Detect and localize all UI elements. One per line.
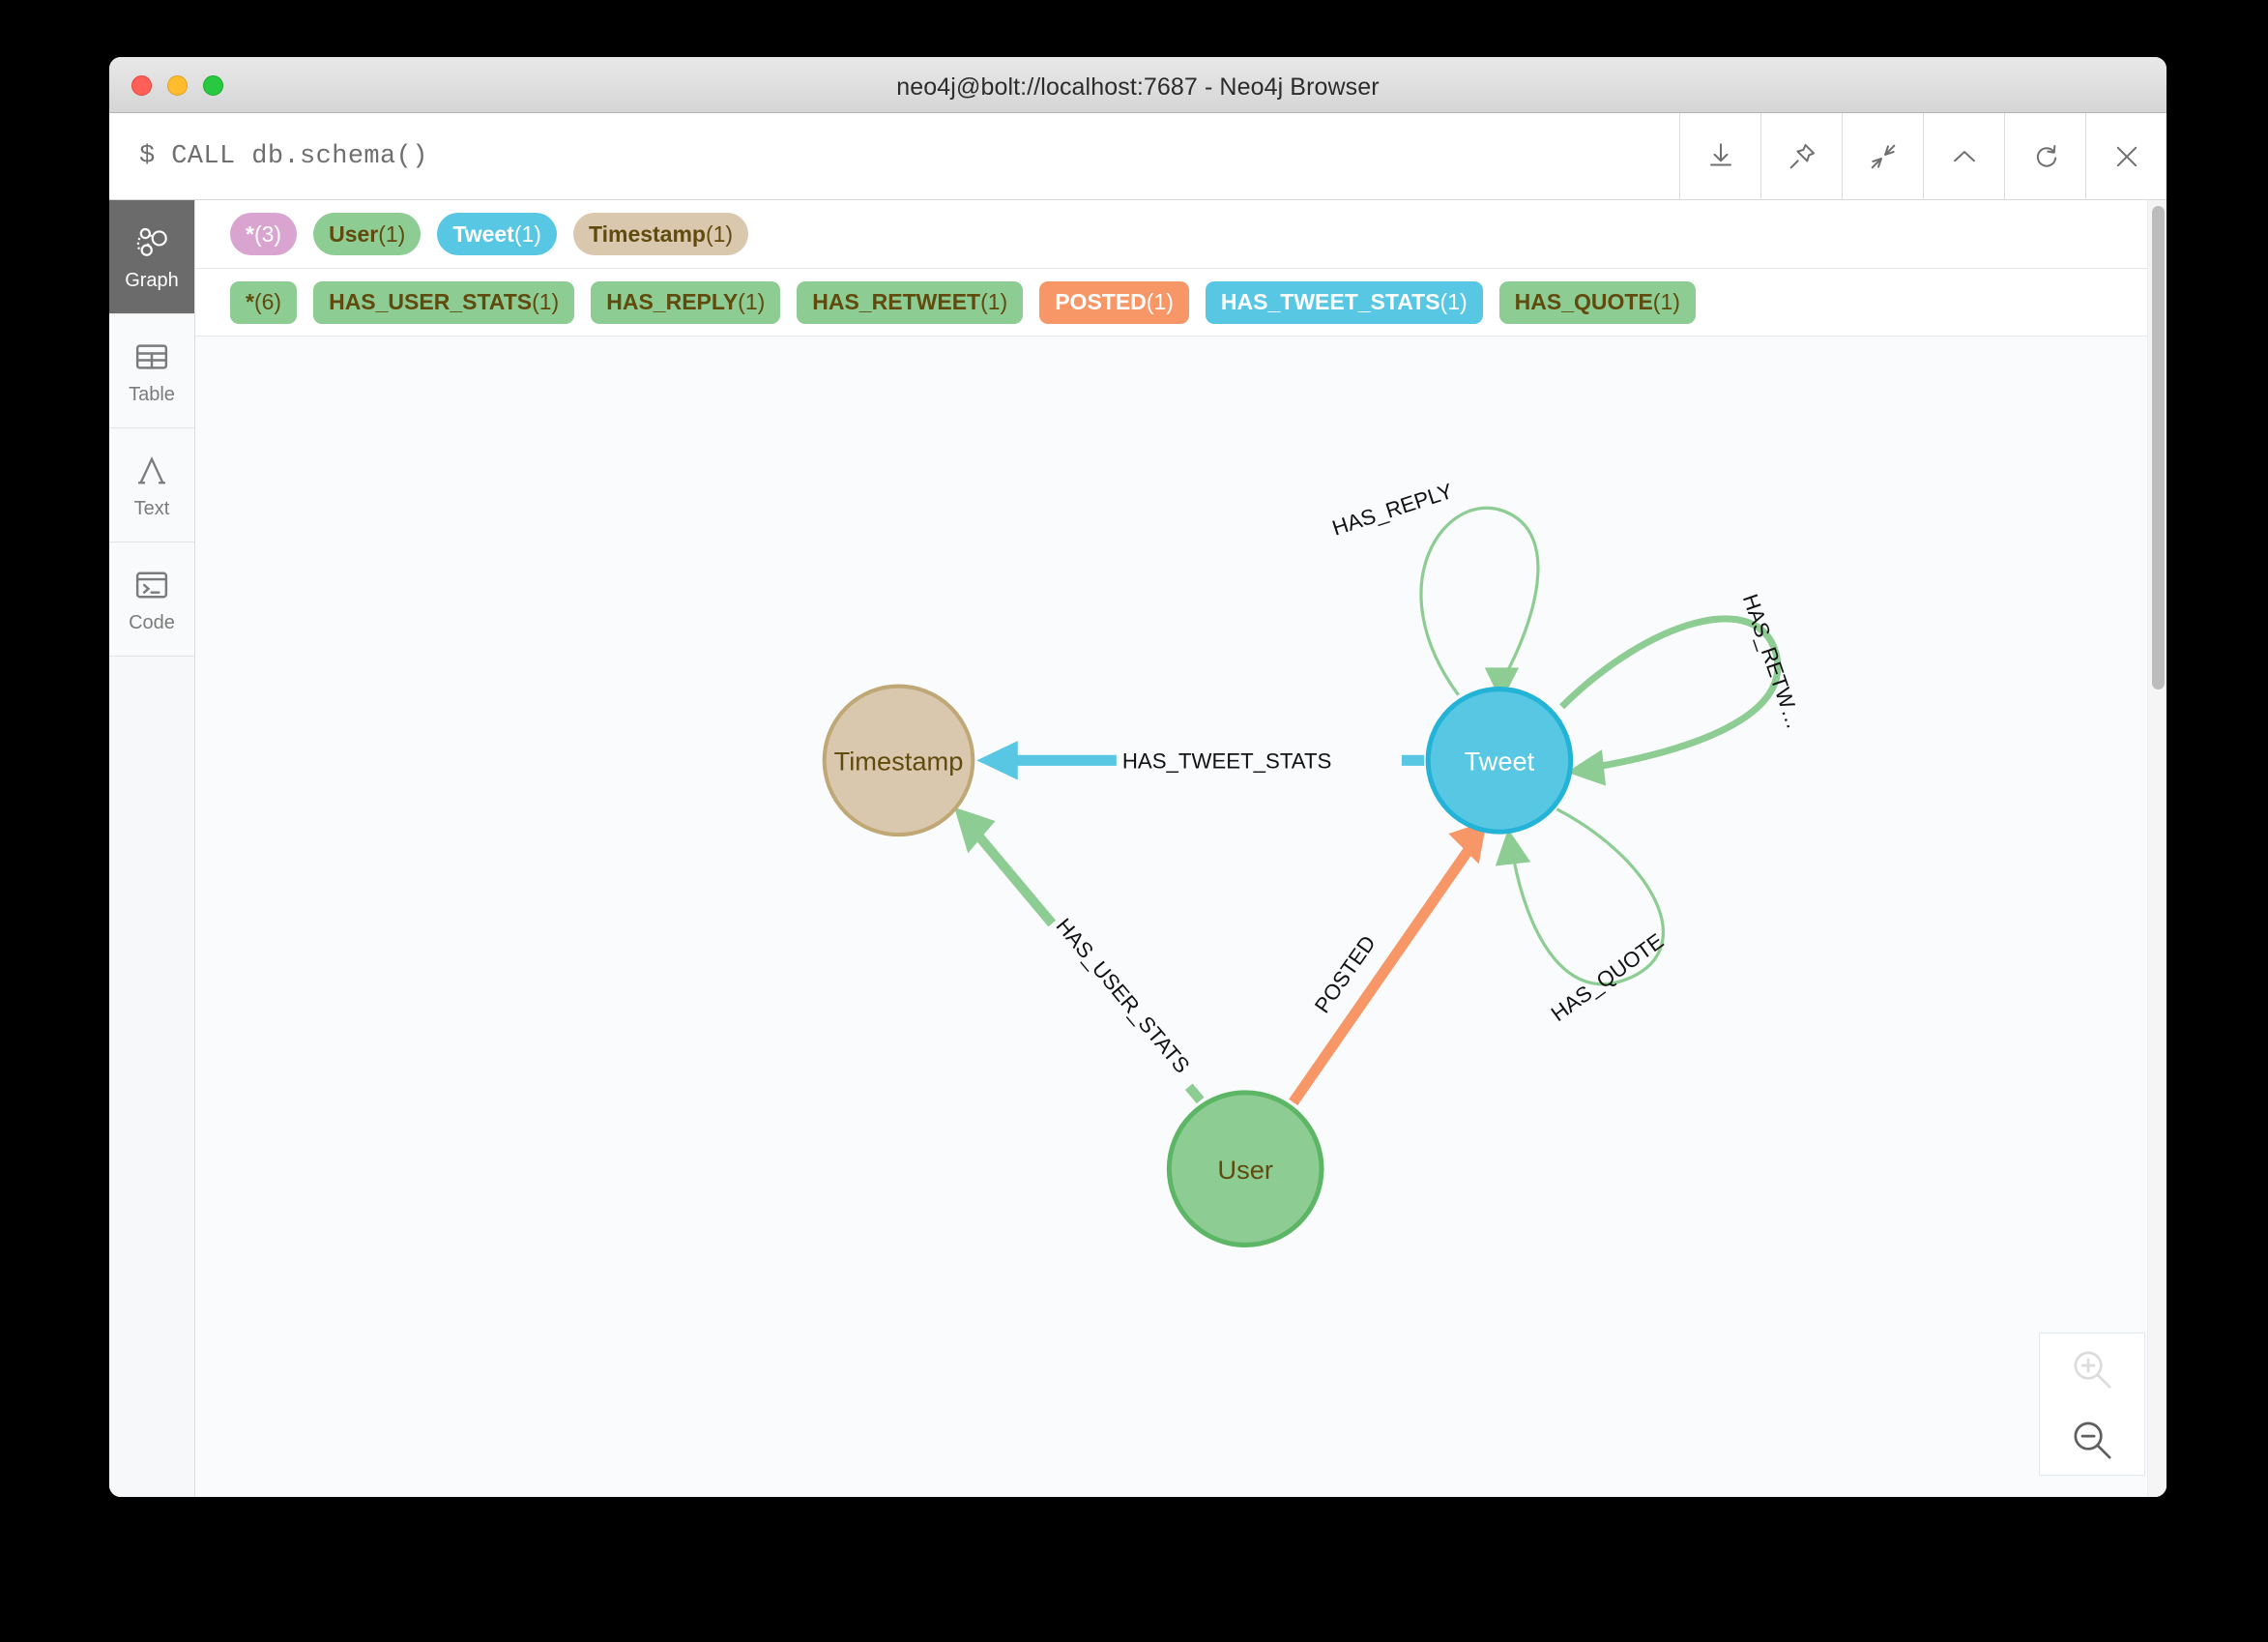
graph-main-panel: * (3) User (1) Tweet (1) Timestamp (1) * (6) [195, 200, 2166, 1497]
chip-count: (1) [738, 289, 766, 314]
sidebar-item-table[interactable]: Table [109, 314, 194, 428]
relationship-label: HAS_USER_STATS [1052, 914, 1195, 1078]
rel-type-chip-posted[interactable]: POSTED (1) [1039, 280, 1189, 324]
text-icon [138, 455, 165, 484]
chip-count: (1) [513, 220, 541, 247]
sidebar-item-code[interactable]: Code [109, 542, 194, 657]
relationship-label: HAS_TWEET_STATS [1122, 748, 1331, 773]
arrowhead [976, 741, 1018, 780]
rel-type-chip-has-quote[interactable]: HAS_QUOTE (1) [1498, 280, 1696, 324]
zoom-in-button[interactable] [2040, 1334, 2144, 1404]
relationship-line [1289, 843, 1476, 1106]
minimize-frame-button[interactable] [1923, 113, 2004, 199]
chip-count: (1) [980, 289, 1008, 314]
graph-node-timestamp[interactable]: Timestamp [822, 684, 975, 837]
rel-type-chip-has-reply[interactable]: HAS_REPLY (1) [591, 280, 781, 324]
node-label: Timestamp [834, 746, 964, 776]
chip-label: User [329, 220, 379, 247]
rel-type-chip-has-user-stats[interactable]: HAS_USER_STATS (1) [313, 280, 575, 324]
rel-type-chip-has-tweet-stats[interactable]: HAS_TWEET_STATS (1) [1205, 280, 1483, 324]
graph-canvas[interactable]: HAS_TWEET_STATS HAS_USER_STATS POSTED HA… [195, 337, 2166, 1497]
chip-count: (1) [705, 220, 734, 247]
relationship-has-user-stats[interactable]: HAS_USER_STATS [954, 806, 1207, 1104]
relationship-has-tweet-stats[interactable]: HAS_TWEET_STATS [976, 741, 1425, 780]
relationship-label: POSTED [1310, 931, 1381, 1017]
chevron-up-icon [1953, 150, 1975, 161]
sidebar-item-label: Table [129, 383, 175, 405]
neo4j-browser-window: neo4j@bolt://localhost:7687 - Neo4j Brow… [109, 57, 2166, 1497]
node-label-legend: * (3) User (1) Tweet (1) Timestamp (1) [195, 200, 2166, 269]
chip-label: HAS_RETWEET [812, 289, 981, 314]
relationship-has-retweet[interactable]: HAS_RETW… [1559, 591, 1807, 786]
vertical-scrollbar[interactable] [2147, 200, 2166, 1497]
graph-node-user[interactable]: User [1166, 1090, 1324, 1248]
graph-visualization[interactable]: HAS_TWEET_STATS HAS_USER_STATS POSTED HA… [195, 337, 2166, 1497]
relationship-label: HAS_QUOTE [1547, 928, 1669, 1026]
graph-icon [136, 227, 167, 256]
chip-count: (1) [532, 289, 560, 314]
chip-label: HAS_USER_STATS [329, 289, 533, 314]
rerun-button[interactable] [2004, 113, 2085, 199]
close-icon [2116, 146, 2137, 166]
collapse-icon [1871, 144, 1895, 168]
download-icon [1709, 142, 1731, 165]
window-titlebar: neo4j@bolt://localhost:7687 - Neo4j Brow… [109, 57, 2166, 113]
relationship-loop-path [1419, 506, 1540, 696]
zoom-in-icon [2074, 1351, 2111, 1389]
chip-count: (1) [1146, 289, 1174, 314]
node-label: Tweet [1465, 746, 1535, 776]
rel-type-chip-wildcard[interactable]: * (6) [230, 280, 298, 324]
relationship-loop-path [1559, 615, 1782, 771]
table-icon [135, 343, 168, 369]
code-icon [135, 572, 168, 598]
relationship-posted[interactable]: POSTED [1289, 820, 1487, 1106]
chip-count: (1) [1439, 289, 1468, 314]
chip-count: (6) [253, 289, 282, 314]
sidebar-item-label: Text [133, 497, 170, 519]
chip-label: * [246, 289, 254, 314]
scrollbar-thumb[interactable] [2152, 206, 2165, 689]
zoom-out-button[interactable] [2040, 1404, 2144, 1475]
chip-count: (1) [1652, 289, 1680, 314]
sidebar-item-graph[interactable]: Graph [109, 200, 194, 314]
collapse-button[interactable] [1842, 113, 1923, 199]
chip-count: (3) [253, 220, 282, 247]
view-mode-sidebar: Graph Table Text Code [109, 200, 195, 1497]
node-label: User [1217, 1155, 1273, 1185]
sidebar-item-text[interactable]: Text [109, 428, 194, 542]
pin-icon [1789, 143, 1815, 168]
window-title: neo4j@bolt://localhost:7687 - Neo4j Brow… [896, 73, 1380, 101]
refresh-icon [2036, 144, 2056, 167]
chip-label: * [246, 220, 254, 247]
node-label-chip-wildcard[interactable]: * (3) [230, 213, 298, 255]
graph-node-tweet[interactable]: Tweet [1425, 687, 1574, 835]
sidebar-item-label: Graph [125, 269, 179, 291]
pin-button[interactable] [1760, 113, 1842, 199]
node-label-chip-user[interactable]: User (1) [313, 213, 422, 255]
chip-label: Tweet [452, 220, 514, 247]
relationship-type-legend: * (6) HAS_USER_STATS (1) HAS_REPLY (1) HAS_… [195, 269, 2166, 337]
download-button[interactable] [1679, 113, 1760, 199]
chip-count: (1) [378, 220, 406, 247]
sidebar-item-label: Code [129, 611, 175, 633]
chip-label: HAS_REPLY [606, 289, 739, 314]
arrowhead [1495, 829, 1531, 866]
chip-label: POSTED [1055, 289, 1147, 314]
node-label-chip-tweet[interactable]: Tweet (1) [437, 213, 557, 255]
close-frame-button[interactable] [2085, 113, 2166, 199]
chip-label: Timestamp [588, 220, 706, 247]
rel-type-chip-has-retweet[interactable]: HAS_RETWEET (1) [797, 280, 1024, 324]
zoom-controls [2039, 1333, 2145, 1476]
query-action-buttons [1679, 113, 2166, 199]
relationship-has-reply[interactable]: HAS_REPLY [1329, 479, 1540, 702]
chip-label: HAS_QUOTE [1514, 289, 1653, 314]
node-label-chip-timestamp[interactable]: Timestamp (1) [572, 213, 749, 255]
chip-label: HAS_TWEET_STATS [1220, 289, 1440, 314]
zoom-out-icon [2074, 1422, 2111, 1459]
cypher-query-input[interactable]: $ CALL db.schema() [109, 113, 1679, 199]
query-bar: $ CALL db.schema() [109, 113, 2166, 200]
result-frame-body: Graph Table Text Code * (3) User (1) Twe… [109, 200, 2166, 1497]
relationship-label: HAS_REPLY [1329, 479, 1456, 541]
relationship-has-quote[interactable]: HAS_QUOTE [1495, 807, 1669, 1026]
